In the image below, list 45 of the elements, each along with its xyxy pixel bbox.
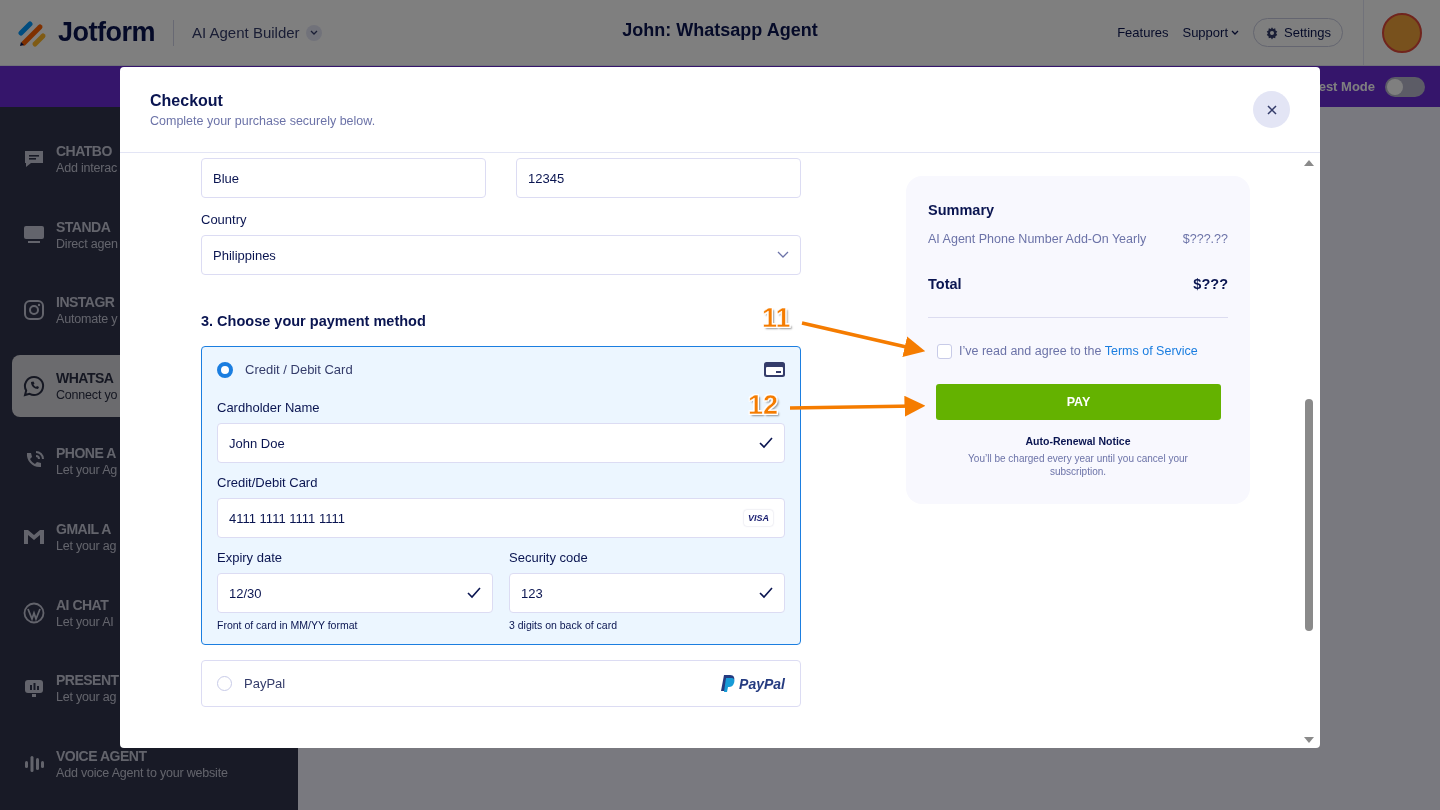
sidebar-item-subtitle: Connect yo [56,387,118,402]
total-label: Total [928,276,962,292]
field-label: Country [201,212,247,227]
logo-text: Jotform [58,17,155,48]
sidebar-item-subtitle: Let your Ag [56,463,118,478]
sidebar-item-title: AI CHAT [56,596,110,613]
sidebar-item-title: CHATBO [56,143,113,159]
dialog-title: Checkout [150,91,224,110]
callout-number: 11 [762,305,791,332]
field-hint: Front of card in MM/YY format [217,619,359,631]
sidebar-item-subtitle: Add voice Agent to your website [56,765,228,780]
sidebar-item-title: STANDA [56,218,112,235]
method-label: Credit / Debit Card [245,362,354,377]
sidebar-item-subtitle: Direct agen [56,236,118,251]
sidebar-item-title: GMAIL A [56,520,112,537]
field-label: Expiry date [217,550,283,565]
line-item-price: $???.?? [1182,232,1228,246]
sidebar-item-title: INSTAGR [56,294,116,311]
summary-title: Summary [928,202,996,218]
card-brand: VISA [744,510,773,526]
sidebar-item-title: WHATSA [56,369,115,386]
sidebar-item-subtitle: Let your AI [56,614,114,629]
field-label: Security code [509,550,588,565]
sidebar-item-subtitle: Let your ag [56,538,117,553]
notice-title: Auto-Renewal Notice [1024,435,1132,447]
line-item-name: AI Agent Phone Number Add-On Yearly [928,232,1147,246]
sidebar-item-title: VOICE AGENT [56,747,148,764]
dialog-subtitle: Complete your purchase securely below. [150,113,376,128]
field-label: Credit/Debit Card [217,475,318,490]
sidebar-item-title: PHONE A [56,445,117,462]
field-hint: 3 digits on back of card [509,619,618,631]
sidebar-item-subtitle: Add interac [56,161,118,175]
total-amount: $??? [1193,276,1228,292]
page-title: John: Whatsapp Agent [622,20,818,40]
terms-text: I’ve read and agree to the Terms of Service [959,344,1198,359]
sidebar-item-subtitle: Let your ag [56,690,118,705]
method-label: PayPal [244,676,287,691]
sidebar-item-subtitle: Automate y [56,312,118,327]
callout-number: 12 [748,392,779,419]
section-heading: 3. Choose your payment method [201,313,426,329]
sidebar-item-title: PRESENT [56,672,119,689]
test-mode-label: est Mode [1318,79,1375,94]
paypal-logo: PayPal [721,675,785,692]
field-label: Cardholder Name [217,400,320,415]
notice-text: You’ll be charged every year until you cancel your subscription. [967,452,1189,478]
